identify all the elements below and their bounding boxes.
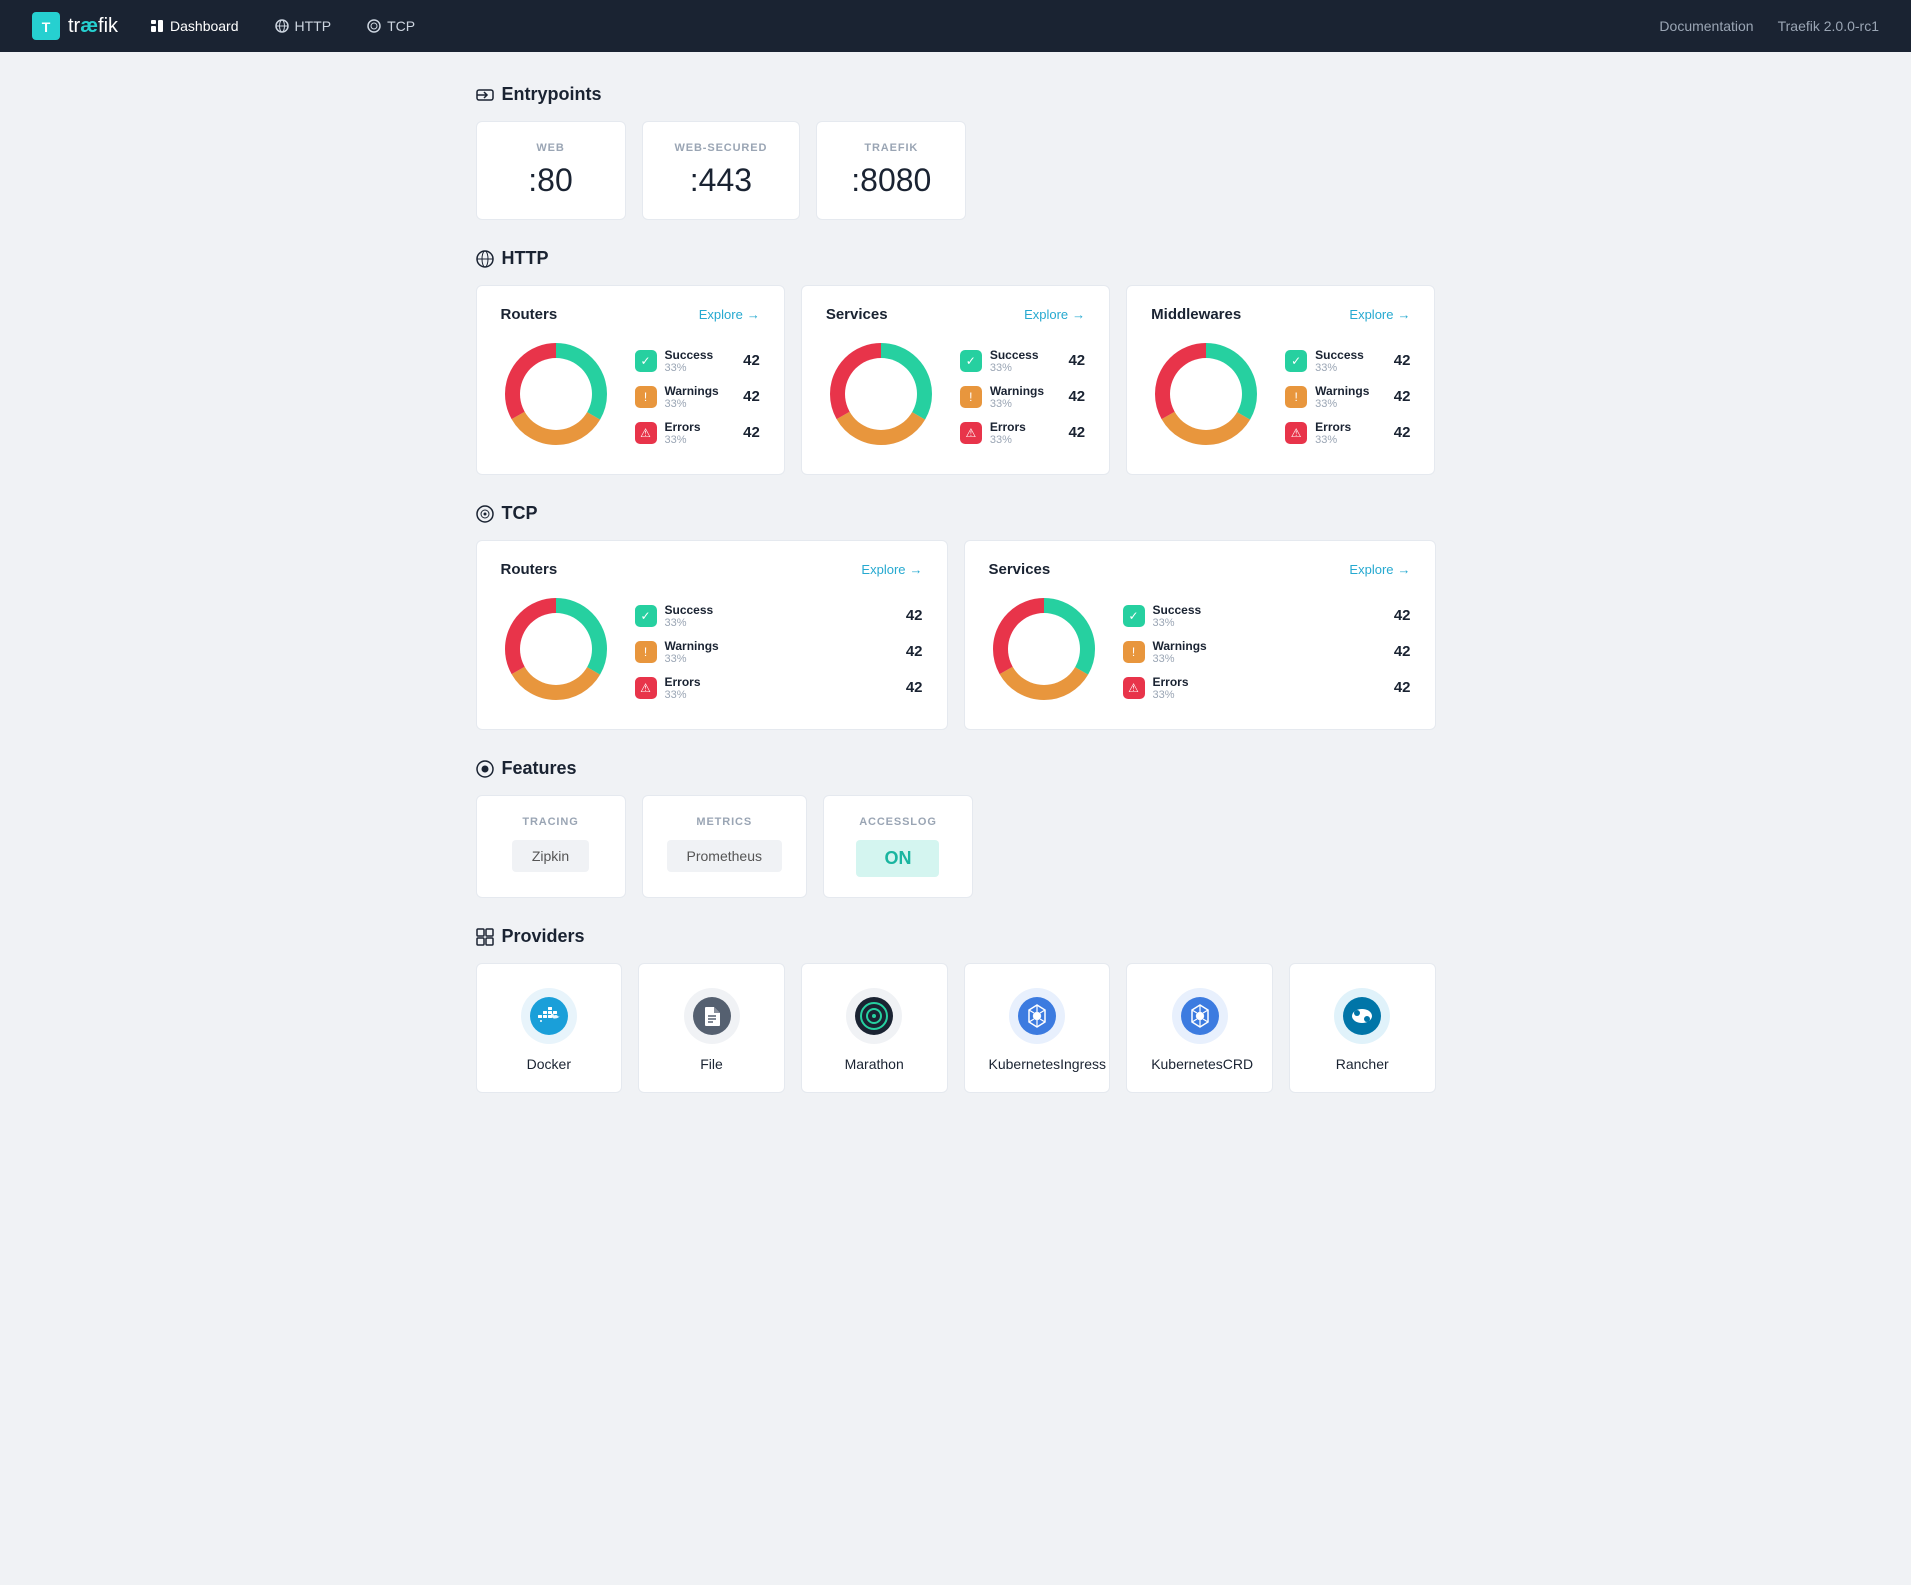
- tcp-icon: [367, 19, 381, 33]
- tcp-services-header: Services Explore →: [989, 561, 1411, 578]
- nav-link-tcp[interactable]: TCP: [359, 14, 423, 38]
- http-routers-explore[interactable]: Explore →: [699, 307, 760, 322]
- tcp-routers-header: Routers Explore →: [501, 561, 923, 578]
- marathon-icon: [846, 988, 902, 1044]
- svg-text:T: T: [42, 19, 51, 35]
- tcp-routers-chart: [501, 594, 611, 709]
- features-grid: TRACING Zipkin METRICS Prometheus ACCESS…: [476, 795, 1436, 898]
- kubernetes-crd-icon: [1172, 988, 1228, 1044]
- features-section-title: Features: [476, 758, 1436, 779]
- tcp-routers-explore[interactable]: Explore →: [861, 562, 922, 577]
- logo-icon: T: [32, 12, 60, 40]
- kubernetes-ingress-icon: [1009, 988, 1065, 1044]
- provider-file: File: [638, 963, 785, 1093]
- http-middlewares-header: Middlewares Explore →: [1151, 306, 1410, 323]
- success-icon: ✓: [1123, 605, 1145, 627]
- http-services-legend: ✓ Success 33% 42 ! Warnings 33% 42: [960, 348, 1085, 446]
- feature-metrics: METRICS Prometheus: [642, 795, 807, 898]
- tcp-cards-grid: Routers Explore →: [476, 540, 1436, 730]
- docs-link[interactable]: Documentation: [1659, 18, 1753, 34]
- http-icon: [476, 250, 494, 268]
- tcp-routers-card: Routers Explore →: [476, 540, 948, 730]
- logo: T træfik: [32, 12, 118, 40]
- entrypoint-web-secured: WEB-SECURED :443: [642, 121, 801, 220]
- legend-warnings: ! Warnings 33% 42: [635, 384, 760, 410]
- navbar: T træfik Dashboard HTTP TCP Documentatio…: [0, 0, 1911, 52]
- entrypoints-icon: [476, 86, 494, 104]
- legend-errors: ⚠ Errors 33% 42: [635, 420, 760, 446]
- feature-accesslog: ACCESSLOG ON: [823, 795, 973, 898]
- provider-kubernetes-ingress: KubernetesIngress: [964, 963, 1111, 1093]
- error-icon: ⚠: [1123, 677, 1145, 699]
- error-icon: ⚠: [960, 422, 982, 444]
- main-content: Entrypoints WEB :80 WEB-SECURED :443 TRA…: [356, 52, 1556, 1125]
- logo-text: træfik: [68, 15, 118, 38]
- docker-icon: [521, 988, 577, 1044]
- http-routers-body: ✓ Success 33% 42 ! Warnings 33% 42: [501, 339, 760, 454]
- providers-grid: Docker File: [476, 963, 1436, 1093]
- success-icon: ✓: [635, 350, 657, 372]
- http-services-chart: [826, 339, 936, 454]
- nav-left: T træfik Dashboard HTTP TCP: [32, 12, 423, 40]
- entrypoints-grid: WEB :80 WEB-SECURED :443 TRAEFIK :8080: [476, 121, 1436, 220]
- provider-docker: Docker: [476, 963, 623, 1093]
- tcp-routers-legend: ✓ Success 33% 42 ! Warnings 33% 42: [635, 603, 923, 701]
- tcp-services-explore[interactable]: Explore →: [1349, 562, 1410, 577]
- provider-kubernetes-crd: KubernetesCRD: [1126, 963, 1273, 1093]
- http-routers-legend: ✓ Success 33% 42 ! Warnings 33% 42: [635, 348, 760, 446]
- http-routers-header: Routers Explore →: [501, 306, 760, 323]
- http-middlewares-legend: ✓ Success 33% 42 ! Warnings 33% 42: [1285, 348, 1410, 446]
- http-services-explore[interactable]: Explore →: [1024, 307, 1085, 322]
- rancher-icon: [1334, 988, 1390, 1044]
- http-routers-card: Routers Explore →: [476, 285, 785, 475]
- nav-right: Documentation Traefik 2.0.0-rc1: [1659, 18, 1879, 34]
- http-services-header: Services Explore →: [826, 306, 1085, 323]
- http-middlewares-body: ✓ Success 33% 42 ! Warnings 33% 42: [1151, 339, 1410, 454]
- tcp-services-legend: ✓ Success 33% 42 ! Warnings 33% 42: [1123, 603, 1411, 701]
- nav-links: Dashboard HTTP TCP: [142, 14, 423, 38]
- http-routers-chart: [501, 339, 611, 454]
- tcp-section-title: TCP: [476, 503, 1436, 524]
- http-cards-grid: Routers Explore →: [476, 285, 1436, 475]
- warning-icon: !: [960, 386, 982, 408]
- warning-icon: !: [635, 386, 657, 408]
- entrypoint-web: WEB :80: [476, 121, 626, 220]
- providers-icon: [476, 928, 494, 946]
- version-link[interactable]: Traefik 2.0.0-rc1: [1778, 18, 1879, 34]
- error-icon: ⚠: [635, 677, 657, 699]
- http-middlewares-explore[interactable]: Explore →: [1349, 307, 1410, 322]
- home-icon: [150, 19, 164, 33]
- success-icon: ✓: [1285, 350, 1307, 372]
- nav-link-dashboard[interactable]: Dashboard: [142, 14, 247, 38]
- success-icon: ✓: [960, 350, 982, 372]
- warning-icon: !: [635, 641, 657, 663]
- tcp-services-body: ✓ Success 33% 42 ! Warnings 33% 42: [989, 594, 1411, 709]
- file-icon: [684, 988, 740, 1044]
- entrypoints-section-title: Entrypoints: [476, 84, 1436, 105]
- http-services-body: ✓ Success 33% 42 ! Warnings 33% 42: [826, 339, 1085, 454]
- tcp-section-icon: [476, 505, 494, 523]
- provider-rancher: Rancher: [1289, 963, 1436, 1093]
- success-icon: ✓: [635, 605, 657, 627]
- tcp-routers-body: ✓ Success 33% 42 ! Warnings 33% 42: [501, 594, 923, 709]
- error-icon: ⚠: [635, 422, 657, 444]
- feature-tracing: TRACING Zipkin: [476, 795, 626, 898]
- entrypoint-traefik: TRAEFIK :8080: [816, 121, 966, 220]
- nav-link-http[interactable]: HTTP: [267, 14, 340, 38]
- globe-icon: [275, 19, 289, 33]
- tcp-services-card: Services Explore →: [964, 540, 1436, 730]
- providers-section-title: Providers: [476, 926, 1436, 947]
- legend-success: ✓ Success 33% 42: [635, 348, 760, 374]
- http-services-card: Services Explore →: [801, 285, 1110, 475]
- provider-marathon: Marathon: [801, 963, 948, 1093]
- warning-icon: !: [1123, 641, 1145, 663]
- error-icon: ⚠: [1285, 422, 1307, 444]
- http-section-title: HTTP: [476, 248, 1436, 269]
- warning-icon: !: [1285, 386, 1307, 408]
- http-middlewares-card: Middlewares Explore →: [1126, 285, 1435, 475]
- tcp-services-chart: [989, 594, 1099, 709]
- http-middlewares-chart: [1151, 339, 1261, 454]
- features-icon: [476, 760, 494, 778]
